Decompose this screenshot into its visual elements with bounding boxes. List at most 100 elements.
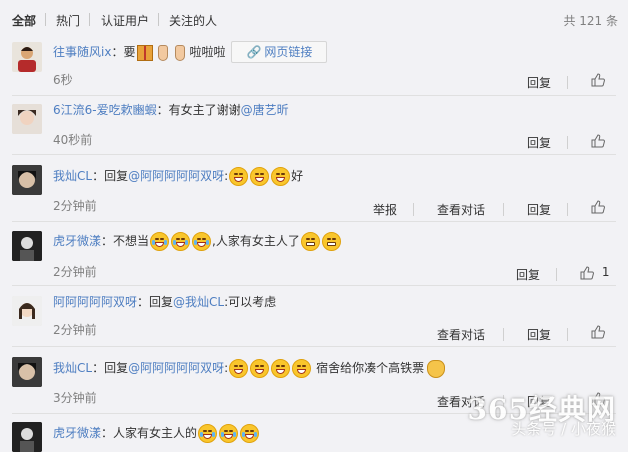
watermark-sub: 头条号 / 小夜猴: [511, 420, 616, 438]
crying-laughing-emoji-icon: [240, 424, 260, 443]
tab-hot[interactable]: 热门: [56, 12, 80, 29]
view-conversation-button[interactable]: 查看对话: [437, 326, 485, 343]
tab-separator: [89, 13, 90, 26]
action-separator: [503, 395, 504, 408]
laughing-emoji-icon: [250, 359, 270, 378]
comment-text: ：人家有女主人的: [101, 426, 198, 440]
tab-all[interactable]: 全部: [12, 12, 36, 29]
comment-text: ：回复: [92, 169, 129, 183]
crying-laughing-emoji-icon: [150, 232, 170, 251]
reply-button[interactable]: 回复: [527, 393, 551, 410]
like-icon[interactable]: [591, 392, 605, 409]
comment-username[interactable]: 阿阿阿阿阿双呀: [53, 295, 137, 309]
action-separator: [503, 328, 504, 341]
laughing-emoji-icon: [250, 167, 270, 186]
avatar[interactable]: [12, 104, 42, 134]
action-separator: [567, 76, 568, 89]
tab-following[interactable]: 关注的人: [169, 12, 217, 29]
laughing-emoji-icon: [271, 359, 291, 378]
comment-text: 好: [291, 169, 304, 183]
comment-time: 2分钟前: [53, 323, 97, 337]
comment-username[interactable]: 虎牙微漾: [53, 426, 101, 440]
comment-text: 啦啦啦: [189, 45, 226, 59]
view-conversation-button[interactable]: 查看对话: [437, 393, 485, 410]
gift-icon: [137, 44, 154, 61]
mention-link[interactable]: @我灿CL: [173, 295, 224, 309]
comment-text: :可以考虑: [224, 295, 277, 309]
mention-link[interactable]: @阿阿阿阿阿双呀: [128, 361, 224, 375]
mention-link[interactable]: @阿阿阿阿阿双呀: [128, 169, 224, 183]
avatar[interactable]: [12, 42, 42, 72]
comment-username[interactable]: 我灿CL: [53, 169, 92, 183]
report-button[interactable]: 举报: [373, 201, 397, 218]
pointing-down-icon: [175, 44, 186, 61]
comment-text: :: [224, 361, 229, 375]
crying-laughing-emoji-icon: [192, 232, 212, 251]
comment-time: 3分钟前: [53, 391, 97, 405]
action-separator: [567, 328, 568, 341]
reply-button[interactable]: 回复: [527, 74, 551, 91]
like-icon[interactable]: [591, 73, 605, 90]
view-conversation-button[interactable]: 查看对话: [437, 201, 485, 218]
grin-emoji-icon: [300, 232, 320, 251]
reply-button[interactable]: 回复: [527, 201, 551, 218]
crying-laughing-emoji-icon: [198, 424, 218, 443]
comment-text: ：有女主了谢谢: [156, 103, 241, 117]
tab-separator: [45, 13, 46, 26]
comment-filter-tabs: 全部 热门 认证用户 关注的人 共 121 条: [0, 0, 628, 38]
crying-laughing-emoji-icon: [171, 232, 191, 251]
comment-divider: [12, 413, 616, 414]
like-icon[interactable]: [591, 200, 605, 217]
comment-count: 共 121 条: [563, 14, 618, 28]
laughing-emoji-icon: [229, 167, 249, 186]
action-separator: [567, 136, 568, 149]
laughing-emoji-icon: [292, 359, 312, 378]
reply-button[interactable]: 回复: [516, 266, 540, 283]
like-icon: [580, 265, 594, 279]
comment-text: 宿舍给你凑个高铁票: [316, 361, 425, 375]
like-count: 1: [601, 265, 610, 279]
comment-divider: [12, 95, 616, 96]
link-icon: 🔗: [246, 45, 262, 59]
action-separator: [556, 268, 557, 281]
action-separator: [567, 203, 568, 216]
comment-divider: [12, 346, 616, 347]
mention-link[interactable]: @唐艺昕: [241, 103, 289, 117]
comment-text: ：回复: [92, 361, 129, 375]
comment-time: 40秒前: [53, 133, 93, 147]
comment-text: ,人家有女主人了: [212, 234, 300, 248]
comment-username[interactable]: 虎牙微漾: [53, 234, 101, 248]
avatar[interactable]: [12, 422, 42, 452]
comment-divider: [12, 154, 616, 155]
avatar[interactable]: [12, 296, 42, 326]
comment-username[interactable]: 往事随风ix: [53, 45, 111, 59]
like-button[interactable]: 1: [580, 265, 609, 280]
comment-divider: [12, 285, 616, 286]
comment-text: :: [224, 169, 229, 183]
action-separator: [413, 203, 414, 216]
action-separator: [503, 203, 504, 216]
comment-time: 2分钟前: [53, 265, 97, 279]
comment-username[interactable]: 我灿CL: [53, 361, 92, 375]
comment-text: ：回复: [137, 295, 174, 309]
reply-button[interactable]: 回复: [527, 134, 551, 151]
laughing-emoji-icon: [229, 359, 249, 378]
comment-text: ：不想当: [101, 234, 150, 248]
tab-verified[interactable]: 认证用户: [101, 12, 149, 29]
comment-time: 6秒: [53, 73, 73, 87]
reply-button[interactable]: 回复: [527, 326, 551, 343]
avatar[interactable]: [12, 165, 42, 195]
web-link-label: 网页链接: [264, 45, 313, 59]
like-icon[interactable]: [591, 325, 605, 342]
avatar[interactable]: [12, 231, 42, 261]
comment-time: 2分钟前: [53, 199, 97, 213]
pointing-down-icon: [158, 44, 169, 61]
like-icon[interactable]: [591, 134, 605, 151]
grin-emoji-icon: [321, 232, 341, 251]
avatar[interactable]: [12, 357, 42, 387]
laughing-emoji-icon: [271, 167, 291, 186]
web-link-button[interactable]: 🔗 网页链接: [231, 41, 328, 63]
comment-username[interactable]: 6江流6-爱吃欶豳蝦: [53, 103, 157, 117]
tab-separator: [158, 13, 159, 26]
comment-text: ：要: [111, 45, 136, 59]
